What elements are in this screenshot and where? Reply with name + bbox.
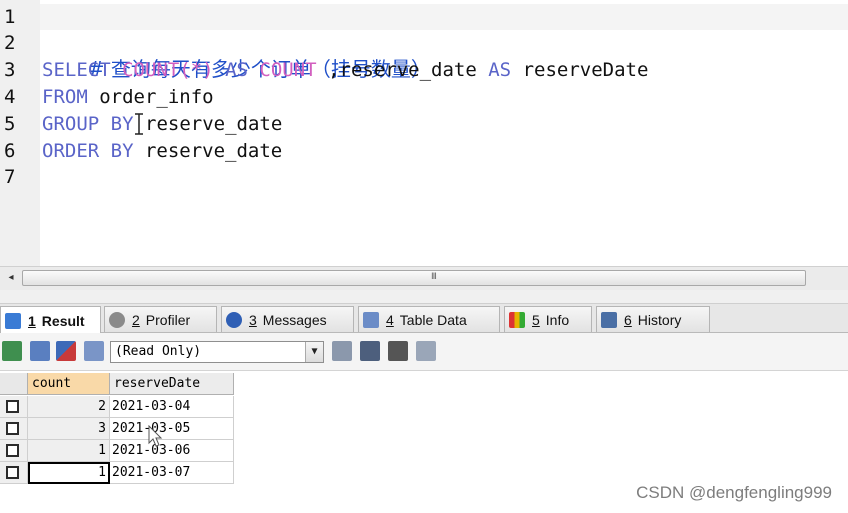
tab-result[interactable]: 1 Result (0, 306, 101, 334)
alias-reserve-date: reserveDate (522, 59, 649, 81)
horizontal-scrollbar[interactable]: ◂ III (0, 266, 848, 290)
keyword-from: FROM (42, 86, 88, 108)
result-icon (5, 312, 21, 329)
row-select-checkbox[interactable] (0, 418, 28, 440)
cell-count[interactable]: 1 (28, 440, 110, 462)
column-header-reservedate[interactable]: reserveDate (110, 373, 234, 395)
row-select-checkbox[interactable] (0, 440, 28, 462)
tab-number: 1 (28, 312, 36, 329)
cancel-icon[interactable] (416, 341, 436, 361)
mouse-pointer-icon (148, 425, 163, 447)
keyword-order-by: ORDER BY (42, 140, 134, 162)
checkbox-icon[interactable] (6, 444, 19, 457)
grid-view-icon[interactable] (84, 341, 104, 361)
alias-count: COUNT (259, 59, 317, 81)
cell-count[interactable]: 1 (28, 462, 110, 484)
line-number: 5 (4, 113, 16, 135)
code-line-order-by[interactable]: ORDER BY reserve_date (42, 138, 282, 164)
cell-reservedate[interactable]: 2021-03-06 (110, 440, 234, 462)
line-number: 4 (4, 86, 16, 108)
chevron-down-icon[interactable]: ▼ (305, 342, 323, 362)
table-data-icon (363, 311, 379, 328)
keyword-as: AS (488, 59, 512, 81)
table-name: order_info (99, 86, 214, 108)
tab-messages[interactable]: 3 Messages (221, 306, 354, 332)
tab-table-data[interactable]: 4 Table Data (358, 306, 500, 332)
table-row[interactable]: 2 2021-03-04 (0, 396, 234, 418)
line-number: 6 (4, 140, 16, 162)
tab-number: 5 (532, 311, 540, 328)
scrollbar-grip: III (431, 272, 437, 282)
cell-reservedate[interactable]: 2021-03-04 (110, 396, 234, 418)
checkbox-icon[interactable] (6, 466, 19, 479)
tab-history[interactable]: 6 History (596, 306, 710, 332)
code-line-select[interactable]: SELECT COUNT(*) AS COUNT ,reserve_date A… (42, 57, 648, 83)
tab-label: Info (545, 311, 570, 328)
filter-icon[interactable] (56, 341, 76, 361)
history-icon (601, 311, 617, 328)
delete-icon[interactable] (388, 341, 408, 361)
tab-label: History (637, 311, 682, 328)
tab-number: 2 (132, 311, 140, 328)
line-number: 2 (4, 32, 16, 54)
scroll-left-icon[interactable]: ◂ (4, 271, 18, 285)
sql-editor[interactable]: 1 2 3 4 5 6 7 # 查询每天有多少个订单（挂号数量） SELECT … (0, 0, 848, 266)
tab-number: 4 (386, 311, 394, 328)
tab-label: Messages (262, 311, 327, 328)
copy-icon[interactable] (30, 341, 50, 361)
keyword-select: SELECT (42, 59, 111, 81)
mode-select-value: (Read Only) (115, 344, 202, 359)
tab-label: Profiler (145, 311, 191, 328)
checkbox-icon[interactable] (6, 400, 19, 413)
cell-reservedate[interactable]: 2021-03-07 (110, 462, 234, 484)
column-reserve-date: ,reserve_date (328, 59, 477, 81)
result-tabs: 1 Result 2 Profiler 3 Messages 4 Table D… (0, 304, 848, 334)
keyword-by: BY (110, 113, 134, 135)
text-cursor-icon (135, 113, 143, 135)
tab-info[interactable]: 5 Info (504, 306, 592, 332)
cell-reservedate[interactable]: 2021-03-05 (110, 418, 234, 440)
tab-label: Result (41, 312, 85, 329)
row-select-checkbox[interactable] (0, 396, 28, 418)
current-line-highlight (40, 4, 848, 30)
pane-splitter[interactable] (0, 290, 848, 304)
keyword-as: AS (225, 59, 248, 81)
code-line-group-by[interactable]: GROUP BY reserve_date (42, 111, 282, 137)
cell-count[interactable]: 2 (28, 396, 110, 418)
group-column: reserve_date (145, 113, 283, 135)
scrollbar-thumb[interactable]: III (22, 270, 806, 286)
line-number-gutter: 1 2 3 4 5 6 7 (0, 0, 40, 266)
line-number: 1 (4, 6, 16, 28)
save-icon[interactable] (360, 341, 380, 361)
result-toolbar: (Read Only) ▼ (0, 333, 848, 371)
line-number: 3 (4, 59, 16, 81)
tab-number: 6 (624, 311, 632, 328)
line-number: 7 (4, 166, 16, 188)
tab-number: 3 (249, 311, 257, 328)
cell-count[interactable]: 3 (28, 418, 110, 440)
row-header-corner (0, 373, 28, 395)
tab-label: Table Data (399, 311, 467, 328)
function-count: COUNT(*) (122, 59, 214, 81)
code-line-from[interactable]: FROM order_info (42, 84, 214, 110)
table-row[interactable]: 3 2021-03-05 (0, 418, 234, 440)
messages-icon (226, 311, 242, 328)
info-icon (509, 311, 525, 328)
table-row[interactable]: 1 2021-03-07 (0, 462, 234, 484)
watermark: CSDN @dengfengling999 (636, 483, 832, 502)
column-header-count[interactable]: count (28, 373, 110, 395)
order-column: reserve_date (144, 140, 283, 162)
export-icon[interactable] (2, 341, 22, 361)
mode-select[interactable]: (Read Only) ▼ (110, 341, 324, 363)
profiler-icon (109, 311, 125, 328)
tab-profiler[interactable]: 2 Profiler (104, 306, 217, 332)
keyword-group: GROUP (42, 113, 100, 135)
table-row[interactable]: 1 2021-03-06 (0, 440, 234, 462)
add-row-icon[interactable] (332, 341, 352, 361)
checkbox-icon[interactable] (6, 422, 19, 435)
row-select-checkbox[interactable] (0, 462, 28, 484)
